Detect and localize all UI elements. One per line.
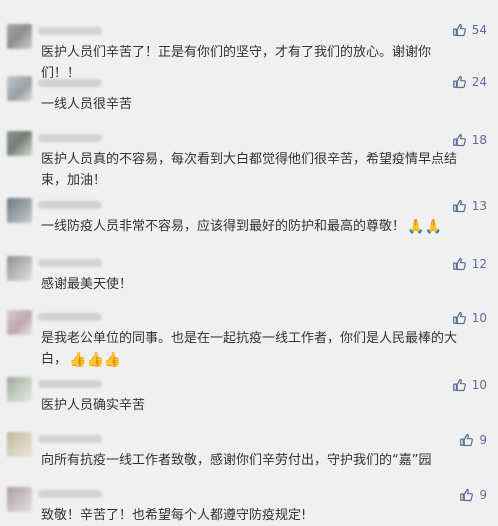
thumbs-up-emoji-icon: 👍👍👍 (69, 352, 122, 368)
like-button[interactable]: 9 (459, 432, 487, 448)
like-count: 9 (479, 488, 487, 502)
blurred-nickname (38, 259, 102, 267)
comment-text: 向所有抗疫一线工作者致敬，感谢你们辛劳付出，守护我们的“嘉”园 (41, 450, 463, 471)
comment-text: 一线人员很辛苦 (41, 94, 463, 115)
avatar (7, 377, 32, 402)
comment-body: 致敬！辛苦了！也希望每个人都遵守防疫规定! (41, 508, 307, 523)
like-button[interactable]: 12 (452, 256, 487, 272)
comment-body: 医护人员确实辛苦 (41, 398, 146, 413)
avatar (7, 432, 32, 457)
like-button[interactable]: 24 (452, 74, 487, 90)
like-count: 13 (471, 199, 487, 213)
thumbs-up-icon (459, 488, 474, 502)
avatar (7, 487, 32, 512)
blurred-nickname (38, 201, 102, 209)
avatar (7, 131, 32, 156)
like-count: 12 (471, 257, 487, 271)
like-button[interactable]: 10 (452, 310, 487, 326)
like-button[interactable]: 13 (452, 198, 487, 214)
blurred-nickname (38, 134, 102, 142)
comment-body: 向所有抗疫一线工作者致敬，感谢你们辛劳付出，守护我们的“嘉”园 (41, 453, 432, 468)
comment-list: 医护人员们辛苦了！正是有你们的坚守，才有了我们的放心。谢谢你们！！ 54 一线人… (0, 0, 498, 523)
thumbs-up-icon (452, 257, 466, 271)
blurred-nickname (38, 435, 102, 443)
avatar (7, 256, 32, 281)
avatar (7, 310, 32, 335)
comment-text: 一线防疫人员非常不容易，应该得到最好的防护和最高的尊敬！ 🙏🙏 (41, 216, 463, 238)
like-count: 54 (471, 23, 487, 37)
like-button[interactable]: 10 (452, 377, 487, 393)
like-count: 10 (471, 378, 487, 392)
thumbs-up-icon (459, 433, 474, 447)
like-count: 10 (471, 311, 487, 325)
blurred-nickname (38, 490, 102, 498)
comment-text: 是我老公单位的同事。也是在一起抗疫一线工作者，你们是人民最棒的大白， 👍👍👍 (41, 328, 463, 371)
like-button[interactable]: 18 (452, 132, 487, 148)
thumbs-up-icon (452, 23, 466, 37)
comment-text: 感谢最美天使！ (41, 274, 463, 295)
comment-body: 一线人员很辛苦 (41, 97, 133, 112)
like-count: 18 (471, 133, 487, 147)
comment-body: 医护人员真的不容易，每次看到大白都觉得他们很辛苦，希望疫情早点结束，加油！ (41, 152, 458, 188)
thumbs-up-icon (452, 133, 466, 147)
comment-text: 医护人员们辛苦了！正是有你们的坚守，才有了我们的放心。谢谢你们！！ (41, 42, 463, 84)
blurred-nickname (38, 79, 102, 87)
comment-text: 医护人员真的不容易，每次看到大白都觉得他们很辛苦，希望疫情早点结束，加油！ (41, 149, 463, 191)
praying-hands-icon: 🙏🙏 (407, 219, 442, 235)
thumbs-up-icon (452, 378, 466, 392)
thumbs-up-icon (452, 75, 466, 89)
comment-text: 医护人员确实辛苦 (41, 395, 463, 416)
thumbs-up-icon (452, 199, 466, 213)
blurred-nickname (38, 380, 102, 388)
avatar (7, 24, 32, 49)
comment-body: 医护人员们辛苦了！正是有你们的坚守，才有了我们的放心。谢谢你们！！ (41, 45, 432, 81)
like-count: 9 (479, 433, 487, 447)
comment-body: 感谢最美天使！ (41, 277, 133, 292)
comment-body: 一线防疫人员非常不容易，应该得到最好的防护和最高的尊敬！ (41, 219, 406, 234)
avatar (7, 76, 32, 101)
avatar (7, 198, 32, 223)
blurred-nickname (38, 313, 102, 321)
like-button[interactable]: 54 (452, 22, 487, 38)
like-count: 24 (471, 75, 487, 89)
like-button[interactable]: 9 (459, 487, 487, 503)
blurred-nickname (38, 27, 102, 35)
thumbs-up-icon (452, 311, 466, 325)
